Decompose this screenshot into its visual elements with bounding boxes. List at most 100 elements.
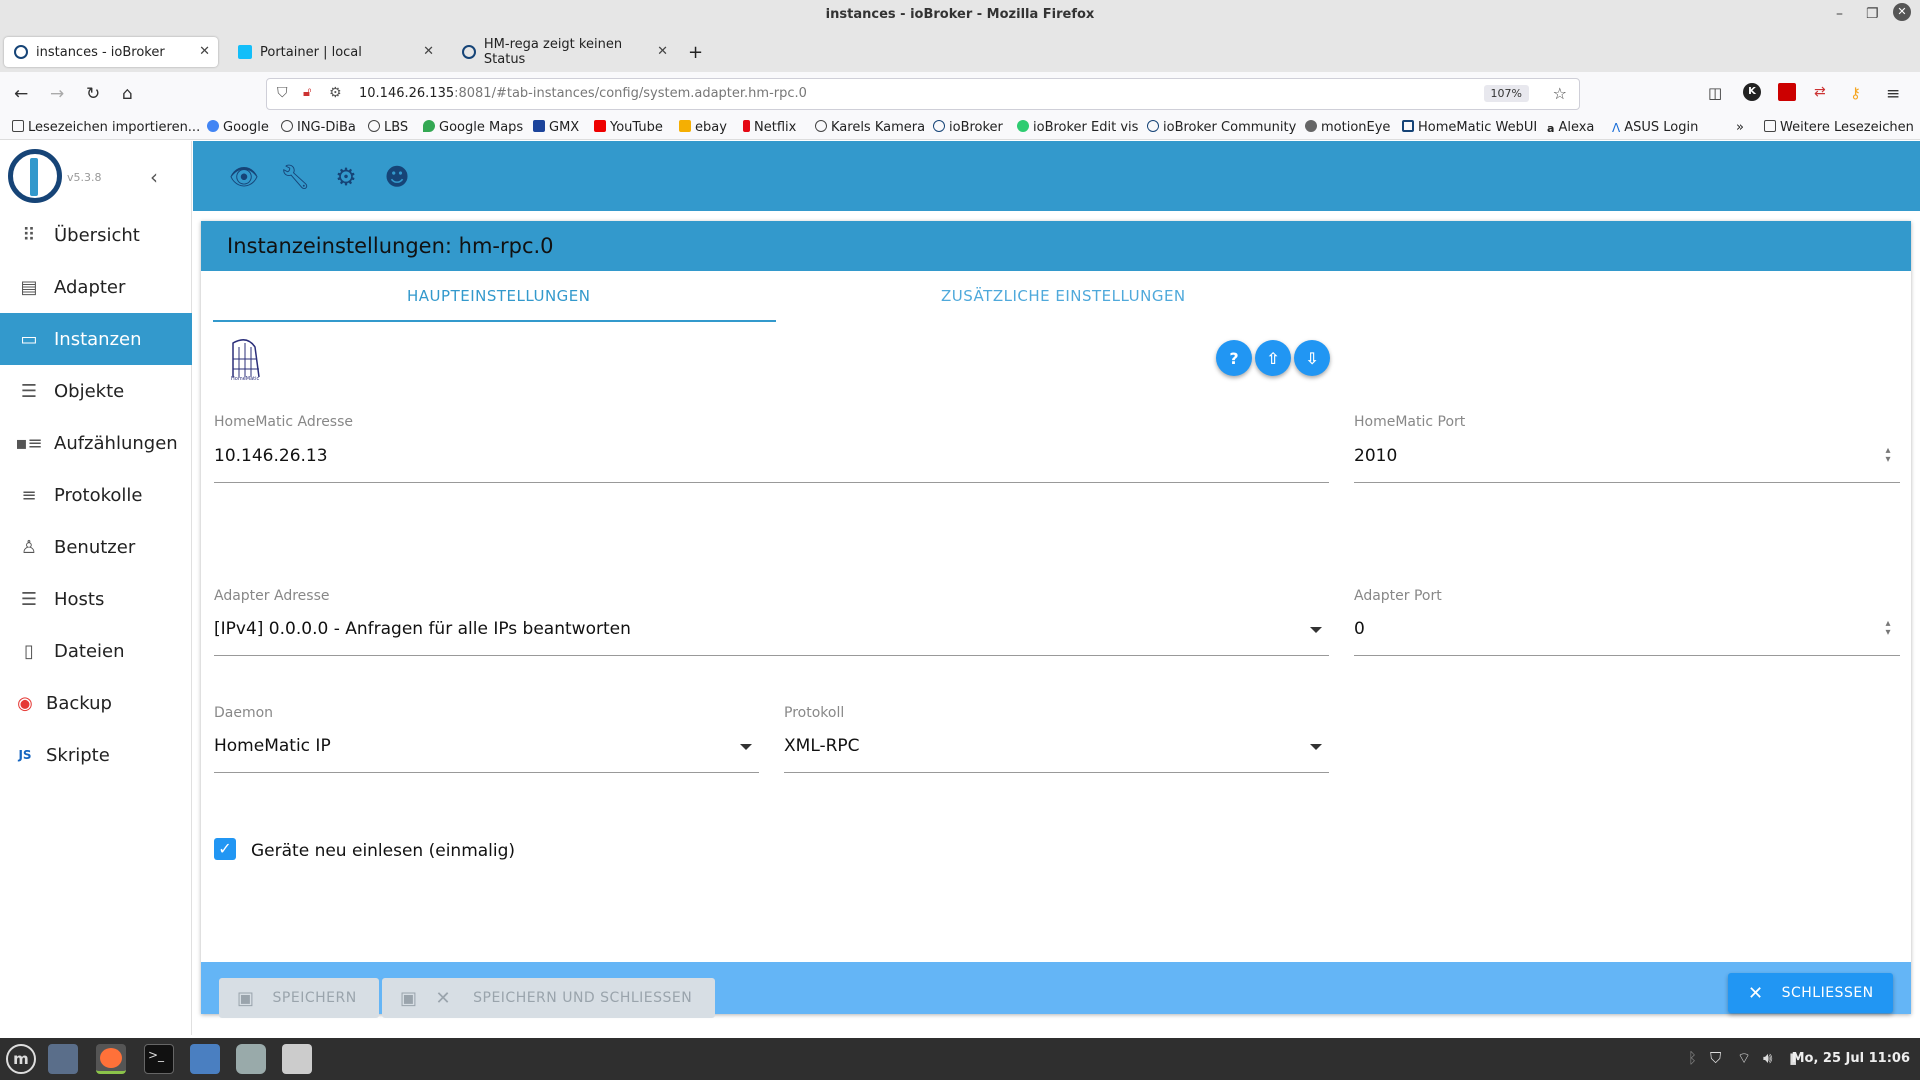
adapter-port-stepper-icon[interactable]: ▴ ▾	[1881, 619, 1895, 638]
save-button[interactable]: ▣ SPEICHERN	[219, 978, 379, 1018]
sidebar-item-backup[interactable]: ◉ Backup	[0, 677, 192, 729]
bookmark-iobroker[interactable]: ioBroker	[933, 120, 1003, 135]
firefox-taskbar-icon[interactable]	[96, 1044, 126, 1074]
settings-gear-icon[interactable]: ⚙	[332, 163, 360, 191]
help-button[interactable]: ?	[1216, 340, 1252, 376]
close-button-label: SCHLIESSEN	[1781, 985, 1874, 1001]
expert-mode-icon[interactable]: ☻	[383, 163, 411, 191]
sidebar-item-benutzer[interactable]: ♙ Benutzer	[0, 521, 192, 573]
bookmark-import[interactable]: Lesezeichen importieren...	[12, 120, 200, 135]
new-tab-icon[interactable]: +	[678, 37, 703, 67]
bluetooth-icon[interactable]: ᛒ	[1688, 1049, 1697, 1067]
sidebar-item-instanzen[interactable]: ▭ Instanzen	[0, 313, 192, 365]
close-button[interactable]: ✕ SCHLIESSEN	[1728, 973, 1893, 1013]
url-bar[interactable]: ⛉ 🔓︎ ⚙ 10.146.26.135:8081/#tab-instances…	[266, 78, 1580, 110]
sidebar-item-skripte[interactable]: JS Skripte	[0, 729, 192, 781]
globe-icon	[281, 120, 293, 132]
save-and-close-button[interactable]: ▣ ✕ SPEICHERN UND SCHLIESSEN	[382, 978, 715, 1018]
wrench-icon[interactable]: 🔧︎	[280, 163, 310, 191]
extension-key-icon[interactable]: ⚷	[1850, 84, 1861, 102]
mint-menu-icon[interactable]: m	[6, 1044, 36, 1074]
bookmark-iobroker-community[interactable]: ioBroker Community	[1147, 120, 1296, 135]
shield-icon[interactable]: ⛉	[277, 85, 288, 101]
minimize-icon[interactable]: –	[1836, 6, 1843, 22]
bookmark-alexa[interactable]: a Alexa	[1547, 120, 1594, 135]
maximize-icon[interactable]: ❐	[1866, 6, 1879, 22]
adapter-port-input[interactable]: 0	[1354, 619, 1365, 639]
hm-port-stepper-icon[interactable]: ▴ ▾	[1881, 446, 1895, 465]
sidebar-item-objekte[interactable]: ☰ Objekte	[0, 365, 192, 417]
close-tab-icon[interactable]: ✕	[199, 44, 210, 59]
zoom-level[interactable]: 107%	[1483, 85, 1529, 102]
wifi-icon[interactable]: ⌔	[1737, 1049, 1751, 1068]
homematic-logo: HomeMatic	[229, 333, 263, 383]
adapter-address-select[interactable]: [IPv4] 0.0.0.0 - Anfragen für alle IPs b…	[214, 619, 631, 639]
insecure-lock-icon[interactable]: 🔓︎	[303, 85, 311, 100]
bookmark-star-icon[interactable]: ☆	[1553, 84, 1567, 103]
bookmark-youtube[interactable]: YouTube	[594, 120, 663, 135]
forward-icon[interactable]: →	[50, 84, 64, 104]
homematic-logo-text: HomeMatic	[231, 376, 260, 382]
calculator-icon[interactable]	[282, 1044, 312, 1074]
hm-address-input[interactable]: 10.146.26.13	[214, 446, 328, 466]
terminal-icon[interactable]: >_	[144, 1044, 174, 1074]
show-desktop-icon[interactable]	[48, 1044, 78, 1074]
bookmark-google-maps[interactable]: Google Maps	[423, 120, 523, 135]
upload-button[interactable]: ⇧	[1255, 340, 1291, 376]
extension-k-icon[interactable]: K	[1743, 83, 1761, 101]
iobroker-logo[interactable]	[8, 149, 62, 203]
tab-main-settings[interactable]: HAUPTEINSTELLUNGEN	[407, 287, 591, 305]
bookmark-karels-kamera[interactable]: Karels Kamera	[815, 120, 925, 135]
bookmark-motioneye[interactable]: motionEye	[1305, 120, 1390, 135]
security-shield-icon[interactable]: ⛉	[1710, 1049, 1721, 1067]
chevron-down-icon[interactable]	[740, 744, 752, 750]
bookmark-asus-login[interactable]: Λ ASUS Login	[1612, 120, 1698, 135]
permissions-icon[interactable]: ⚙	[329, 85, 342, 101]
sidebar-item-uebersicht[interactable]: ⠿ Übersicht	[0, 209, 192, 261]
home-icon[interactable]: ⌂	[122, 84, 133, 104]
browser-tab-instances[interactable]: instances - ioBroker ✕	[4, 37, 218, 67]
bookmark-other[interactable]: Weitere Lesezeichen	[1764, 120, 1914, 135]
sidebar-item-protokolle[interactable]: ≡ Protokolle	[0, 469, 192, 521]
sidebar-item-label: Dateien	[54, 640, 125, 662]
bookmark-google[interactable]: Google	[207, 120, 269, 135]
volume-icon[interactable]: 🔊︎	[1763, 1049, 1772, 1067]
pocket-icon[interactable]: ◫	[1708, 84, 1722, 102]
bookmark-homematic-webui[interactable]: HomeMatic WebUI	[1402, 120, 1537, 135]
sidebar-item-hosts[interactable]: ☰ Hosts	[0, 573, 192, 625]
reload-devices-checkbox[interactable]: ✓	[214, 838, 236, 860]
files-icon[interactable]	[190, 1044, 220, 1074]
eye-icon[interactable]: 👁︎	[229, 163, 259, 191]
tab-additional-settings[interactable]: ZUSÄTZLICHE EINSTELLUNGEN	[941, 287, 1186, 305]
sidebar-item-aufzaehlungen[interactable]: ▪≡ Aufzählungen	[0, 417, 192, 469]
extension-pdf-icon[interactable]	[1778, 83, 1796, 101]
reload-icon[interactable]: ↻	[86, 84, 100, 104]
close-window-icon[interactable]: ✕	[1893, 3, 1911, 21]
bookmark-iobroker-vis[interactable]: ioBroker Edit vis	[1017, 120, 1138, 135]
bookmark-netflix[interactable]: Netflix	[743, 120, 796, 135]
clock[interactable]: Mo, 25 Jul 11:06	[1792, 1051, 1910, 1066]
protocol-select[interactable]: XML-RPC	[784, 736, 860, 756]
close-tab-icon[interactable]: ✕	[423, 44, 434, 59]
menu-icon[interactable]: ≡	[1886, 84, 1900, 104]
back-icon[interactable]: ←	[14, 84, 28, 104]
chevron-down-icon[interactable]	[1310, 744, 1322, 750]
download-button[interactable]: ⇩	[1294, 340, 1330, 376]
chevron-down-icon[interactable]	[1310, 627, 1322, 633]
image-viewer-icon[interactable]	[236, 1044, 266, 1074]
daemon-select[interactable]: HomeMatic IP	[214, 736, 331, 756]
sidebar-item-adapter[interactable]: ▤ Adapter	[0, 261, 192, 313]
hm-port-input[interactable]: 2010	[1354, 446, 1397, 466]
extension-translate-icon[interactable]: ⇄	[1814, 84, 1826, 100]
bookmark-gmx[interactable]: GMX	[533, 120, 579, 135]
browser-tab-forum[interactable]: HM-rega zeigt keinen Status ✕	[452, 37, 668, 67]
browser-tab-portainer[interactable]: Portainer | local ✕	[228, 37, 442, 67]
bookmark-ingdiba[interactable]: ING-DiBa	[281, 120, 356, 135]
asus-icon: Λ	[1612, 121, 1621, 135]
sidebar-item-dateien[interactable]: ▯ Dateien	[0, 625, 192, 677]
close-tab-icon[interactable]: ✕	[657, 44, 668, 59]
bookmark-lbs[interactable]: LBS	[368, 120, 408, 135]
collapse-sidebar-icon[interactable]: ‹	[150, 165, 158, 189]
bookmark-ebay[interactable]: ebay	[679, 120, 727, 135]
bookmarks-overflow-icon[interactable]: »	[1736, 120, 1744, 135]
